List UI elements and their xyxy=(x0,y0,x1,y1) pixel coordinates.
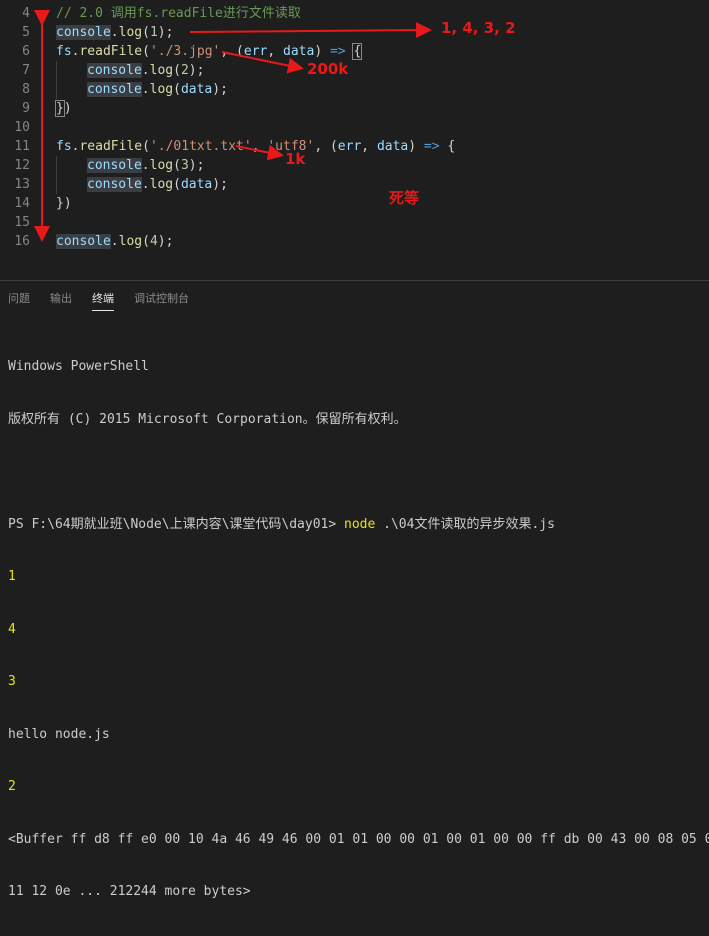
terminal-line: 4 xyxy=(8,621,16,637)
annotation-order: 1, 4, 3, 2 xyxy=(441,19,516,37)
tab-problems[interactable]: 问题 xyxy=(8,292,30,306)
tab-output[interactable]: 输出 xyxy=(50,292,72,306)
bottom-panel: 问题 输出 终端 调试控制台 Windows PowerShell 版权所有 (… xyxy=(0,280,709,899)
terminal-args: .\04文件读取的异步效果.js xyxy=(375,516,555,532)
order-arrow xyxy=(189,22,432,39)
txt-size-arrow xyxy=(235,144,284,161)
terminal-line: 2 xyxy=(8,779,16,794)
terminal-line: hello node.js xyxy=(8,726,110,742)
terminal-prompt: PS F:\64期就业班\Node\上课内容\课堂代码\day01> xyxy=(8,516,345,532)
terminal-line: Windows PowerShell xyxy=(8,359,149,374)
jpg-size-arrow xyxy=(221,51,304,74)
annotation-size-jpg: 200k xyxy=(307,60,349,78)
terminal-line: 11 12 0e ... 212244 more bytes> xyxy=(8,884,251,899)
annotation-dead-wait: 死等 xyxy=(389,189,420,207)
code-editor[interactable]: 4 // 2.0 调用fs.readFile进行文件读取 5 console.l… xyxy=(0,0,709,280)
terminal-command: node xyxy=(344,516,376,532)
terminal-line: <Buffer ff d8 ff e0 00 10 4a 46 49 46 00… xyxy=(8,831,709,847)
terminal-line: 3 xyxy=(8,674,16,689)
terminal-line: 1 xyxy=(8,569,16,584)
terminal-line: 版权所有 (C) 2015 Microsoft Corporation。保留所有… xyxy=(8,411,407,427)
annotation-arrows xyxy=(34,10,432,242)
tab-debug-console[interactable]: 调试控制台 xyxy=(134,292,189,306)
tab-terminal[interactable]: 终端 xyxy=(92,292,114,311)
annotation-size-txt: 1k xyxy=(285,150,306,168)
terminal-output[interactable]: Windows PowerShell 版权所有 (C) 2015 Microso… xyxy=(8,323,709,936)
terminal-prompt-line: PS F:\64期就业班\Node\上课内容\课堂代码\day01> node … xyxy=(8,516,709,534)
panel-tabs: 问题 输出 终端 调试控制台 xyxy=(0,281,709,317)
